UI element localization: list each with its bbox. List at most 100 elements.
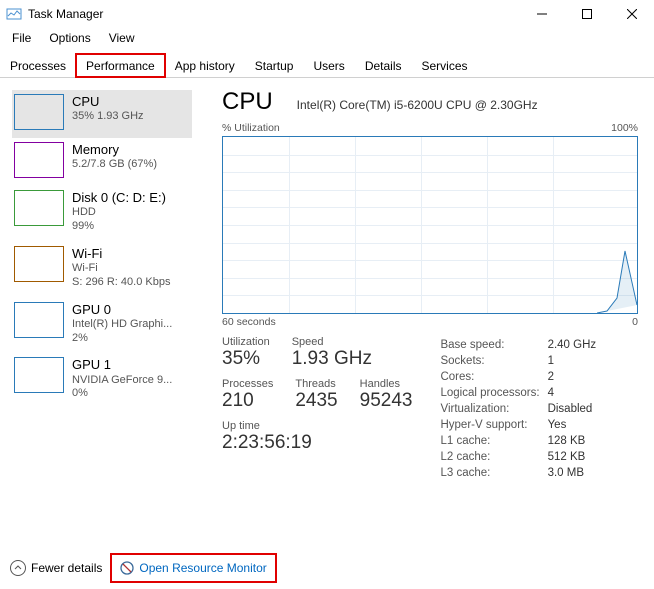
sidebar-item-disk[interactable]: Disk 0 (C: D: E:) HDD 99% — [12, 186, 192, 242]
gpu0-thumb — [14, 302, 64, 338]
detail-key: Sockets: — [440, 354, 545, 368]
tabs-bar: Processes Performance App history Startu… — [0, 54, 654, 78]
tab-details[interactable]: Details — [355, 54, 412, 77]
detail-value: 128 KB — [548, 434, 603, 448]
sidebar-item-sub2: 99% — [72, 220, 190, 234]
menu-view[interactable]: View — [101, 29, 143, 47]
cpu-details-table: Base speed:2.40 GHzSockets:1Cores:2Logic… — [438, 336, 604, 482]
sidebar-item-memory[interactable]: Memory 5.2/7.8 GB (67%) — [12, 138, 192, 186]
sidebar-item-label: GPU 1 — [72, 357, 190, 373]
detail-key: L2 cache: — [440, 450, 545, 464]
sidebar-item-sub2: 0% — [72, 387, 190, 401]
sidebar-item-wifi[interactable]: Wi-Fi Wi-Fi S: 296 R: 40.0 Kbps — [12, 242, 192, 298]
tab-services[interactable]: Services — [412, 54, 478, 77]
sidebar-item-sub: 35% 1.93 GHz — [72, 110, 190, 124]
uptime-label: Up time — [222, 420, 412, 432]
detail-row: Hyper-V support:Yes — [440, 418, 602, 432]
graph-bottom-left-label: 60 seconds — [222, 316, 276, 328]
detail-value: 3.0 MB — [548, 466, 603, 480]
detail-row: Base speed:2.40 GHz — [440, 338, 602, 352]
fewer-details-button[interactable]: Fewer details — [10, 560, 102, 576]
handles-label: Handles — [360, 378, 413, 390]
detail-key: Virtualization: — [440, 402, 545, 416]
threads-value: 2435 — [295, 390, 337, 412]
gpu1-thumb — [14, 357, 64, 393]
detail-key: L3 cache: — [440, 466, 545, 480]
detail-row: Sockets:1 — [440, 354, 602, 368]
wifi-thumb — [14, 246, 64, 282]
window-title: Task Manager — [28, 7, 519, 21]
sidebar-item-label: CPU — [72, 94, 190, 110]
minimize-button[interactable] — [519, 0, 564, 28]
menu-options[interactable]: Options — [41, 29, 98, 47]
cpu-utilization-graph[interactable] — [222, 136, 638, 314]
sidebar-item-sub: Wi-Fi — [72, 262, 190, 276]
detail-key: Base speed: — [440, 338, 545, 352]
cpu-name: Intel(R) Core(TM) i5-6200U CPU @ 2.30GHz — [297, 98, 538, 112]
handles-value: 95243 — [360, 390, 413, 412]
tab-users[interactable]: Users — [303, 54, 354, 77]
detail-value: Disabled — [548, 402, 603, 416]
detail-row: Cores:2 — [440, 370, 602, 384]
sidebar-item-label: GPU 0 — [72, 302, 190, 318]
detail-key: L1 cache: — [440, 434, 545, 448]
fewer-details-label: Fewer details — [31, 561, 102, 575]
detail-key: Logical processors: — [440, 386, 545, 400]
task-manager-icon — [6, 6, 22, 22]
detail-value: 4 — [548, 386, 603, 400]
titlebar[interactable]: Task Manager — [0, 0, 654, 28]
processes-label: Processes — [222, 378, 273, 390]
sidebar-item-cpu[interactable]: CPU 35% 1.93 GHz — [12, 90, 192, 138]
utilization-label: Utilization — [222, 336, 270, 348]
detail-row: Virtualization:Disabled — [440, 402, 602, 416]
resource-monitor-icon — [120, 561, 134, 575]
chevron-up-icon — [10, 560, 26, 576]
sidebar-item-sub: Intel(R) HD Graphi... — [72, 318, 190, 332]
sidebar-item-sub2: S: 296 R: 40.0 Kbps — [72, 276, 190, 290]
sidebar-item-label: Disk 0 (C: D: E:) — [72, 190, 190, 206]
detail-value: 512 KB — [548, 450, 603, 464]
disk-thumb — [14, 190, 64, 226]
sidebar-item-gpu0[interactable]: GPU 0 Intel(R) HD Graphi... 2% — [12, 298, 192, 354]
tab-performance[interactable]: Performance — [76, 54, 165, 77]
sidebar-item-gpu1[interactable]: GPU 1 NVIDIA GeForce 9... 0% — [12, 353, 192, 409]
speed-label: Speed — [292, 336, 372, 348]
detail-value: 2 — [548, 370, 603, 384]
sidebar-item-sub: 5.2/7.8 GB (67%) — [72, 158, 190, 172]
sidebar-item-sub: HDD — [72, 206, 190, 220]
detail-key: Hyper-V support: — [440, 418, 545, 432]
sidebar-item-sub2: 2% — [72, 332, 190, 346]
graph-top-left-label: % Utilization — [222, 122, 280, 134]
utilization-value: 35% — [222, 348, 270, 370]
open-resource-monitor-link[interactable]: Open Resource Monitor — [116, 559, 270, 577]
graph-bottom-right-label: 0 — [632, 316, 638, 328]
open-resource-monitor-label: Open Resource Monitor — [139, 561, 266, 575]
sidebar: CPU 35% 1.93 GHz Memory 5.2/7.8 GB (67%)… — [0, 78, 200, 542]
detail-row: L2 cache:512 KB — [440, 450, 602, 464]
sidebar-item-label: Memory — [72, 142, 190, 158]
maximize-button[interactable] — [564, 0, 609, 28]
page-title: CPU — [222, 88, 273, 116]
graph-top-right-label: 100% — [611, 122, 638, 134]
close-button[interactable] — [609, 0, 654, 28]
detail-value: 2.40 GHz — [548, 338, 603, 352]
main-panel: CPU Intel(R) Core(TM) i5-6200U CPU @ 2.3… — [200, 78, 654, 542]
tab-app-history[interactable]: App history — [165, 54, 245, 77]
uptime-value: 2:23:56:19 — [222, 432, 412, 454]
detail-value: 1 — [548, 354, 603, 368]
sidebar-item-sub: NVIDIA GeForce 9... — [72, 374, 190, 388]
tab-startup[interactable]: Startup — [245, 54, 304, 77]
processes-value: 210 — [222, 390, 273, 412]
detail-row: L3 cache:3.0 MB — [440, 466, 602, 480]
detail-row: L1 cache:128 KB — [440, 434, 602, 448]
sidebar-item-label: Wi-Fi — [72, 246, 190, 262]
menubar: File Options View — [0, 28, 654, 48]
detail-row: Logical processors:4 — [440, 386, 602, 400]
menu-file[interactable]: File — [4, 29, 39, 47]
detail-key: Cores: — [440, 370, 545, 384]
memory-thumb — [14, 142, 64, 178]
threads-label: Threads — [295, 378, 337, 390]
speed-value: 1.93 GHz — [292, 348, 372, 370]
detail-value: Yes — [548, 418, 603, 432]
tab-processes[interactable]: Processes — [0, 54, 76, 77]
